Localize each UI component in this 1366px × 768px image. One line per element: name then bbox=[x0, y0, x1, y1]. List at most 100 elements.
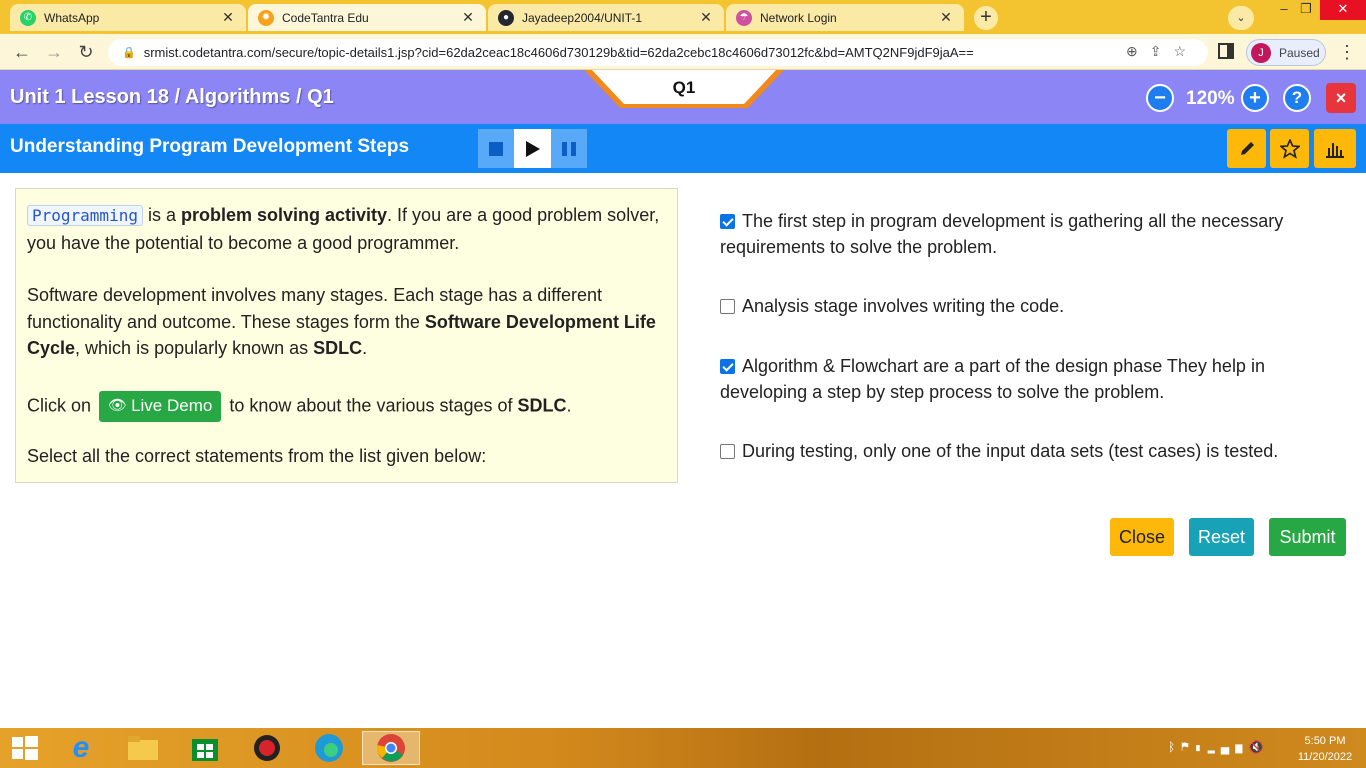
submit-button[interactable]: Submit bbox=[1269, 518, 1346, 556]
sdlc-paragraph: Software development involves many stage… bbox=[27, 282, 666, 362]
question-label: Q1 bbox=[672, 78, 696, 97]
flag-icon[interactable]: ⚑ bbox=[1181, 740, 1194, 754]
tab-label: WhatsApp bbox=[44, 10, 100, 25]
close-tab-icon[interactable]: ✕ bbox=[460, 9, 476, 26]
internet-explorer-button[interactable]: e bbox=[56, 731, 106, 765]
volume-muted-icon[interactable]: 🔇 bbox=[1249, 740, 1270, 754]
chrome-button[interactable] bbox=[362, 731, 420, 765]
intro-text: is a bbox=[142, 205, 181, 225]
demo-paragraph: Click on 👁 Live Demo to know about the va… bbox=[27, 390, 666, 422]
taskbar: e ᛒ⚑▮▂▄▆🔇 5:50 PM 11/20/2022 bbox=[0, 728, 1366, 768]
option-checkbox[interactable] bbox=[720, 359, 735, 374]
share-icon[interactable]: ⇪ bbox=[1150, 43, 1174, 59]
pause-icon bbox=[562, 141, 576, 156]
signal-icon[interactable]: ▂▄▆ bbox=[1208, 740, 1249, 754]
play-icon bbox=[525, 140, 540, 157]
option-text: During testing, only one of the input da… bbox=[742, 441, 1279, 461]
eye-icon: 👁 bbox=[108, 396, 128, 414]
breadcrumb: Unit 1 Lesson 18 / Algorithms / Q1 bbox=[10, 86, 334, 108]
close-tab-icon[interactable]: ✕ bbox=[220, 9, 236, 26]
sdlc-text-end: . bbox=[362, 338, 368, 358]
reset-button[interactable]: Reset bbox=[1189, 518, 1254, 556]
close-tab-icon[interactable]: ✕ bbox=[698, 9, 714, 26]
edge-icon bbox=[315, 734, 343, 762]
pencil-icon bbox=[1240, 141, 1254, 155]
demo-text-end: . bbox=[566, 394, 572, 415]
folder-icon bbox=[128, 736, 158, 760]
tab-codetantra[interactable]: ✹ CodeTantra Edu ✕ bbox=[248, 4, 486, 31]
star-icon bbox=[1279, 138, 1300, 159]
internet-explorer-icon: e bbox=[72, 731, 90, 764]
clock-time: 5:50 PM bbox=[1304, 735, 1346, 747]
profile-status: Paused bbox=[1279, 45, 1320, 60]
store-icon bbox=[192, 739, 218, 761]
live-demo-button[interactable]: 👁 Live Demo bbox=[99, 390, 222, 422]
option-checkbox[interactable] bbox=[720, 214, 735, 229]
reload-button[interactable]: ↻ bbox=[74, 40, 98, 64]
close-tab-icon[interactable]: ✕ bbox=[938, 9, 954, 26]
store-button[interactable] bbox=[180, 731, 230, 765]
code-keyword: Programming bbox=[27, 205, 143, 226]
window-close-button[interactable]: ✕ bbox=[1320, 0, 1366, 20]
forward-button[interactable]: → bbox=[42, 40, 66, 64]
stop-button[interactable] bbox=[478, 129, 514, 168]
demo-acronym: SDLC bbox=[517, 394, 567, 415]
option-checkbox[interactable] bbox=[720, 299, 735, 314]
network-login-icon: ☂ bbox=[736, 9, 752, 26]
bluetooth-icon[interactable]: ᛒ bbox=[1168, 740, 1181, 754]
stop-icon bbox=[489, 141, 503, 156]
option-1[interactable]: The first step in program development is… bbox=[720, 208, 1340, 260]
close-button[interactable]: Close bbox=[1110, 518, 1174, 556]
option-text: Analysis stage involves writing the code… bbox=[742, 296, 1065, 316]
tab-label: Network Login bbox=[760, 10, 837, 25]
sdlc-text-mid: , which is popularly known as bbox=[75, 338, 314, 358]
stats-button[interactable] bbox=[1314, 129, 1356, 168]
bookmark-star-icon[interactable]: ☆ bbox=[1173, 43, 1198, 59]
option-3[interactable]: Algorithm & Flowchart are a part of the … bbox=[720, 353, 1340, 405]
pause-button[interactable] bbox=[551, 129, 587, 168]
select-instruction: Select all the correct statements from t… bbox=[27, 445, 487, 466]
favorite-button[interactable] bbox=[1270, 129, 1309, 168]
zoom-icon[interactable]: ⊕ bbox=[1126, 43, 1150, 59]
new-tab-button[interactable]: + bbox=[974, 6, 998, 30]
media-controls bbox=[478, 129, 587, 168]
question-tab: Q1 bbox=[584, 70, 784, 110]
menu-kebab-icon[interactable]: ⋮ bbox=[1338, 42, 1356, 63]
live-demo-label: Live Demo bbox=[131, 395, 213, 415]
side-panel-icon[interactable] bbox=[1218, 43, 1234, 59]
option-checkbox[interactable] bbox=[720, 444, 735, 459]
tab-label: Jayadeep2004/UNIT-1 bbox=[522, 10, 643, 25]
security-app-button[interactable] bbox=[242, 731, 292, 765]
help-button[interactable]: ? bbox=[1283, 84, 1311, 112]
zoom-level: 120% bbox=[1186, 88, 1235, 109]
back-button[interactable]: ← bbox=[10, 40, 34, 64]
tab-github[interactable]: ● Jayadeep2004/UNIT-1 ✕ bbox=[488, 4, 724, 31]
start-button[interactable] bbox=[0, 731, 50, 765]
notes-button[interactable] bbox=[1227, 129, 1266, 168]
zoom-out-button[interactable]: − bbox=[1146, 84, 1174, 112]
url-field[interactable]: 🔒 srmist.codetantra.com/secure/topic-det… bbox=[108, 39, 1208, 66]
file-explorer-button[interactable] bbox=[118, 731, 168, 765]
github-icon: ● bbox=[498, 9, 514, 26]
profile-button[interactable]: J Paused bbox=[1246, 39, 1326, 66]
shield-app-icon bbox=[254, 735, 280, 761]
option-2[interactable]: Analysis stage involves writing the code… bbox=[720, 293, 1340, 319]
network-icon[interactable]: ▮ bbox=[1194, 740, 1207, 754]
exit-button[interactable]: × bbox=[1326, 83, 1356, 113]
system-clock[interactable]: 5:50 PM 11/20/2022 bbox=[1290, 733, 1360, 765]
sub-header: Understanding Program Development Steps bbox=[0, 124, 1366, 173]
tab-whatsapp[interactable]: ✆ WhatsApp ✕ bbox=[10, 4, 246, 31]
instructions-panel: Programming is a problem solving activit… bbox=[15, 188, 678, 483]
sdlc-acronym: SDLC bbox=[313, 338, 363, 358]
play-button[interactable] bbox=[514, 129, 551, 168]
page-title: Understanding Program Development Steps bbox=[10, 136, 410, 157]
windows-icon bbox=[12, 736, 38, 760]
tab-network-login[interactable]: ☂ Network Login ✕ bbox=[726, 4, 964, 31]
bar-chart-icon bbox=[1326, 142, 1344, 158]
option-4[interactable]: During testing, only one of the input da… bbox=[720, 438, 1340, 464]
option-text: The first step in program development is… bbox=[720, 211, 1284, 257]
zoom-in-button[interactable]: + bbox=[1241, 84, 1269, 112]
tab-search-button[interactable]: ⌄ bbox=[1228, 6, 1254, 30]
browser-tab-strip: ✆ WhatsApp ✕ ✹ CodeTantra Edu ✕ ● Jayade… bbox=[0, 0, 1366, 34]
edge-button[interactable] bbox=[304, 731, 354, 765]
